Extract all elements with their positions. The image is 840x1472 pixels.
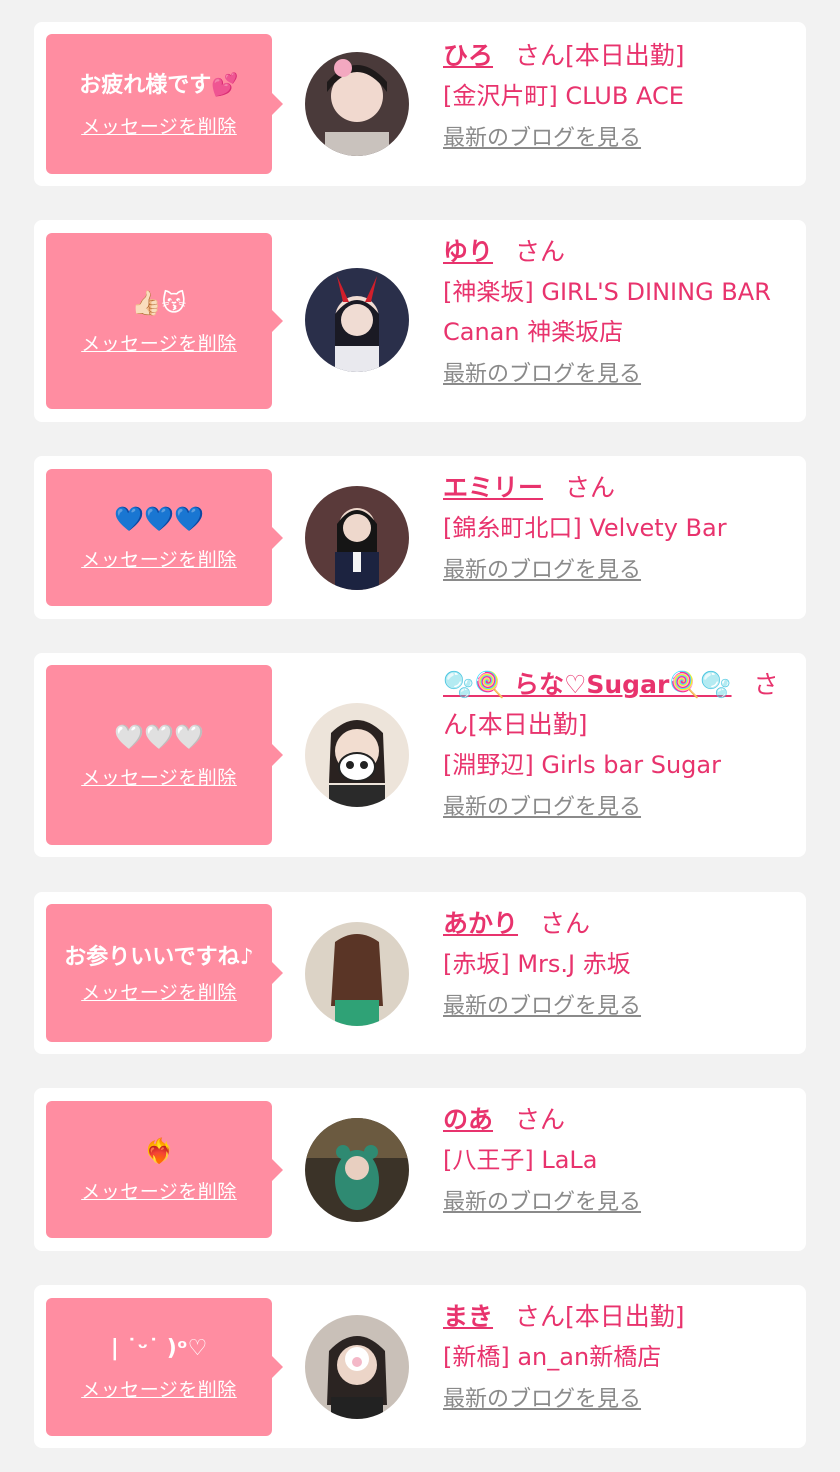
- honorific: さん: [565, 473, 616, 502]
- latest-blog-link[interactable]: 最新のブログを見る: [443, 556, 641, 586]
- status-badge: [本日出勤]: [565, 41, 685, 70]
- avatar-photo-icon: [305, 1118, 409, 1222]
- message-text: 👍🏻😽: [131, 288, 187, 317]
- name-line: エミリー さん: [443, 468, 793, 508]
- message-bubble: 👍🏻😽 メッセージを削除: [46, 233, 283, 409]
- message-card: | ˙ᵕ˙ )ᵒ♡ メッセージを削除 まき さん[本日出勤] [新橋] an_an…: [34, 1285, 806, 1448]
- honorific: さん: [540, 909, 591, 938]
- message-card: お疲れ様です💕 メッセージを削除 ひろ さん[本日出勤] [金沢片町] CLUB …: [34, 22, 806, 186]
- profile-info: あかり さん [赤坂] Mrs.J 赤坂 最新のブログを見る: [443, 904, 793, 1022]
- message-card: 💙💙💙 メッセージを削除 エミリー さん [錦糸町北口] Velvety Bar …: [34, 456, 806, 619]
- honorific: さん: [515, 1105, 566, 1134]
- honorific: さん: [515, 237, 566, 266]
- cast-name-link[interactable]: エミリー: [443, 473, 543, 502]
- latest-blog-link[interactable]: 最新のブログを見る: [443, 124, 641, 154]
- cast-name-link[interactable]: のあ: [443, 1105, 493, 1134]
- latest-blog-link[interactable]: 最新のブログを見る: [443, 1188, 641, 1218]
- message-card: 🤍🤍🤍 メッセージを削除 🫧🍭 らな♡Sugar🍭🫧 さん[本日出勤] [淵野辺]…: [34, 653, 806, 857]
- message-bubble: 💙💙💙 メッセージを削除: [46, 469, 283, 606]
- message-card: ❤️‍🔥 メッセージを削除 のあ さん [八王子] LaLa 最新のブログを見る: [34, 1088, 806, 1251]
- delete-message-link[interactable]: メッセージを削除: [81, 978, 237, 1005]
- avatar-photo-icon: [305, 486, 409, 590]
- message-text: お疲れ様です💕: [79, 72, 239, 98]
- profile-info: のあ さん [八王子] LaLa 最新のブログを見る: [443, 1100, 793, 1218]
- delete-message-link[interactable]: メッセージを削除: [81, 112, 237, 139]
- latest-blog-link[interactable]: 最新のブログを見る: [443, 793, 641, 823]
- message-text: 💙💙💙: [114, 505, 204, 533]
- cast-name-link[interactable]: ひろ: [443, 41, 493, 70]
- message-card: 👍🏻😽 メッセージを削除 ゆり さん [神楽坂] GIRL'S DINING BA…: [34, 220, 806, 422]
- shop-name: [金沢片町] CLUB ACE: [443, 82, 684, 110]
- name-line: あかり さん: [443, 904, 793, 944]
- message-bubble: お疲れ様です💕 メッセージを削除: [46, 34, 283, 174]
- avatar[interactable]: [305, 1118, 409, 1222]
- shop-name: [新橋] an_an新橋店: [443, 1343, 662, 1371]
- avatar[interactable]: [305, 486, 409, 590]
- message-card: お参りいいですね♪ メッセージを削除 あかり さん [赤坂] Mrs.J 赤坂 最…: [34, 892, 806, 1054]
- latest-blog-link[interactable]: 最新のブログを見る: [443, 1385, 641, 1415]
- name-line: 🫧🍭 らな♡Sugar🍭🫧 さん[本日出勤]: [443, 665, 793, 745]
- delete-message-link[interactable]: メッセージを削除: [81, 763, 237, 790]
- avatar[interactable]: [305, 52, 409, 156]
- avatar[interactable]: [305, 922, 409, 1026]
- name-line: ひろ さん[本日出勤]: [443, 36, 793, 76]
- honorific: さん: [515, 41, 566, 70]
- name-line: ゆり さん: [443, 232, 793, 272]
- avatar-photo-icon: [305, 52, 409, 156]
- avatar[interactable]: [305, 1315, 409, 1419]
- profile-info: まき さん[本日出勤] [新橋] an_an新橋店 最新のブログを見る: [443, 1297, 793, 1415]
- delete-message-link[interactable]: メッセージを削除: [81, 545, 237, 572]
- profile-info: エミリー さん [錦糸町北口] Velvety Bar 最新のブログを見る: [443, 468, 793, 586]
- avatar-photo-icon: [305, 1315, 409, 1419]
- message-bubble: | ˙ᵕ˙ )ᵒ♡ メッセージを削除: [46, 1298, 283, 1436]
- name-line: まき さん[本日出勤]: [443, 1297, 793, 1337]
- shop-name: [淵野辺] Girls bar Sugar: [443, 751, 721, 779]
- message-text: お参りいいですね♪: [64, 944, 254, 970]
- shop-name: [八王子] LaLa: [443, 1146, 598, 1174]
- status-badge: [本日出勤]: [565, 1302, 685, 1331]
- name-line: のあ さん: [443, 1100, 793, 1140]
- cast-name-link[interactable]: まき: [443, 1302, 493, 1331]
- cast-name-link[interactable]: あかり: [443, 909, 518, 938]
- avatar[interactable]: [305, 703, 409, 807]
- shop-name: [神楽坂] GIRL'S DINING BAR Canan 神楽坂店: [443, 278, 771, 346]
- delete-message-link[interactable]: メッセージを削除: [81, 1177, 237, 1204]
- avatar[interactable]: [305, 268, 409, 372]
- status-badge: [本日出勤]: [468, 710, 588, 739]
- honorific: さん: [515, 1302, 566, 1331]
- message-text: | ˙ᵕ˙ )ᵒ♡: [110, 1335, 208, 1361]
- shop-name: [赤坂] Mrs.J 赤坂: [443, 950, 631, 978]
- profile-info: ゆり さん [神楽坂] GIRL'S DINING BAR Canan 神楽坂店 …: [443, 232, 793, 390]
- cast-name-link[interactable]: 🫧🍭 らな♡Sugar🍭🫧: [443, 670, 732, 699]
- latest-blog-link[interactable]: 最新のブログを見る: [443, 360, 641, 390]
- avatar-photo-icon: [305, 268, 409, 372]
- delete-message-link[interactable]: メッセージを削除: [81, 1375, 237, 1402]
- message-bubble: お参りいいですね♪ メッセージを削除: [46, 904, 283, 1042]
- message-bubble: ❤️‍🔥 メッセージを削除: [46, 1101, 283, 1238]
- profile-info: 🫧🍭 らな♡Sugar🍭🫧 さん[本日出勤] [淵野辺] Girls bar Su…: [443, 665, 793, 823]
- profile-info: ひろ さん[本日出勤] [金沢片町] CLUB ACE 最新のブログを見る: [443, 36, 793, 154]
- message-text: ❤️‍🔥: [144, 1137, 174, 1165]
- latest-blog-link[interactable]: 最新のブログを見る: [443, 992, 641, 1022]
- message-text: 🤍🤍🤍: [114, 722, 204, 751]
- message-bubble: 🤍🤍🤍 メッセージを削除: [46, 665, 283, 845]
- delete-message-link[interactable]: メッセージを削除: [81, 329, 237, 356]
- avatar-photo-icon: [305, 703, 409, 807]
- shop-name: [錦糸町北口] Velvety Bar: [443, 514, 727, 542]
- cast-name-link[interactable]: ゆり: [443, 237, 493, 266]
- avatar-photo-icon: [305, 922, 409, 1026]
